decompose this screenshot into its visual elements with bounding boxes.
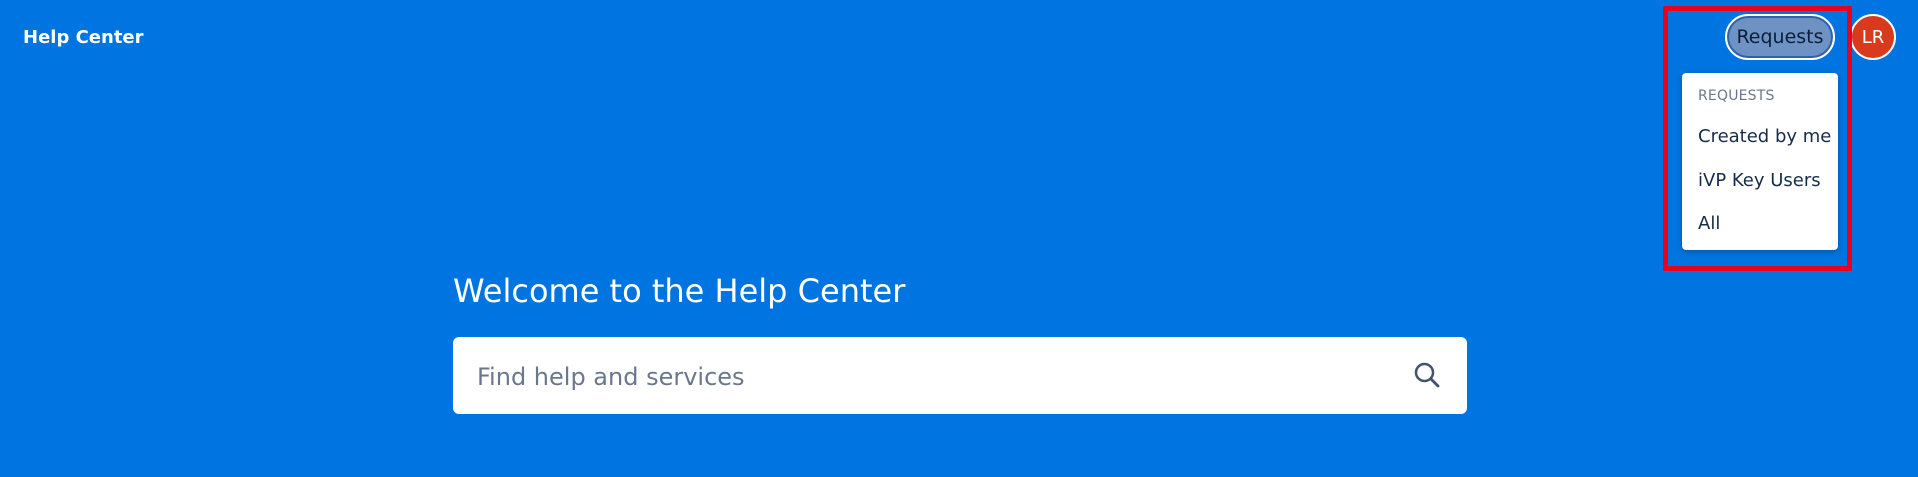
search-icon[interactable] — [1413, 361, 1441, 389]
help-center-home-link[interactable]: Help Center — [23, 27, 144, 48]
requests-button[interactable]: Requests — [1725, 14, 1835, 60]
requests-menu-heading: REQUESTS — [1698, 88, 1775, 104]
menu-item-all[interactable]: All — [1698, 213, 1720, 234]
search-bar — [453, 337, 1467, 416]
requests-dropdown-menu: REQUESTS Created by me iVP Key Users All — [1682, 73, 1838, 250]
menu-item-created-by-me[interactable]: Created by me — [1698, 126, 1831, 147]
search-input[interactable] — [475, 337, 1379, 416]
user-avatar[interactable]: LR — [1850, 14, 1896, 60]
menu-item-ivp-key-users[interactable]: iVP Key Users — [1698, 170, 1821, 191]
help-center-page: Help Center Requests LR REQUESTS Created… — [0, 0, 1918, 477]
page-title: Welcome to the Help Center — [453, 272, 906, 310]
